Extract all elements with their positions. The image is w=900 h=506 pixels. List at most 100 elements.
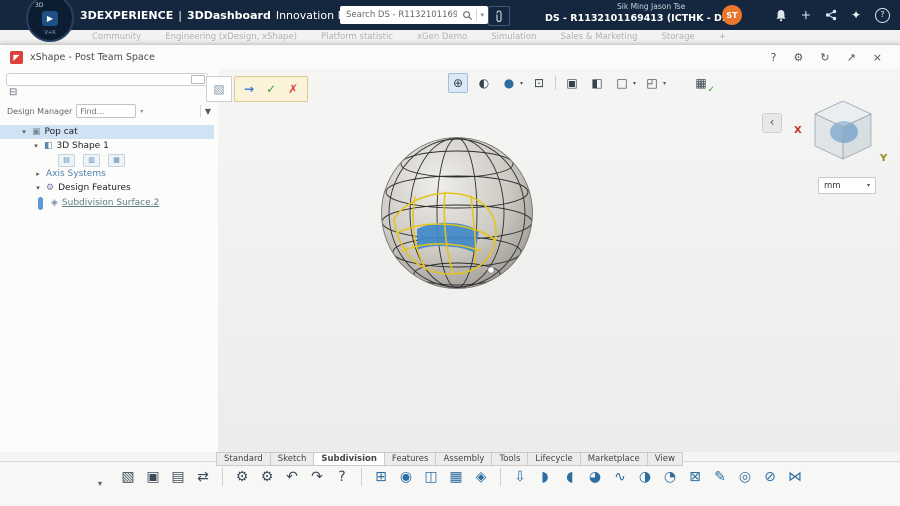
- dashboard-tab-sales-marketing[interactable]: Sales & Marketing: [560, 32, 637, 42]
- tree-item-axis-systems[interactable]: ▸ Axis Systems: [0, 167, 214, 181]
- settings-gear-icon[interactable]: ⚙: [256, 466, 278, 488]
- search-icon[interactable]: [462, 10, 473, 21]
- ok-check-icon[interactable]: ✓: [266, 82, 276, 96]
- representation-badge[interactable]: ▤: [58, 154, 75, 167]
- add-dashboard-tab-button[interactable]: +: [719, 32, 726, 42]
- view-options-icon[interactable]: ◰: [643, 74, 661, 92]
- context-selector[interactable]: DS - R1132101169413 (ICTHK - D... ▾: [545, 13, 740, 24]
- capture-icon[interactable]: ▣: [563, 74, 581, 92]
- toolbar-overflow-icon[interactable]: ▾: [94, 466, 106, 491]
- new-shape-icon[interactable]: ▧: [117, 466, 139, 488]
- user-name[interactable]: Sik Ming Jason Tse: [617, 2, 685, 11]
- global-search[interactable]: ▾: [340, 6, 488, 24]
- attach-button[interactable]: [488, 6, 510, 26]
- filter-icon[interactable]: ▼: [205, 107, 211, 116]
- redo-icon[interactable]: ↷: [306, 466, 328, 488]
- expander-icon[interactable]: ▸: [34, 170, 42, 178]
- tab-tools[interactable]: Tools: [491, 452, 528, 466]
- manage-icon[interactable]: ⚙: [231, 466, 253, 488]
- window-refresh-icon[interactable]: ↻: [820, 52, 829, 63]
- undo-icon[interactable]: ↶: [281, 466, 303, 488]
- bridge-faces-icon[interactable]: ⋈: [784, 466, 806, 488]
- assistant-wand-icon[interactable]: ✦: [851, 9, 861, 21]
- shell-icon[interactable]: ◔: [659, 466, 681, 488]
- expander-icon[interactable]: ▾: [20, 128, 28, 136]
- search-input[interactable]: [344, 9, 459, 21]
- tab-standard[interactable]: Standard: [216, 452, 271, 466]
- tab-lifecycle[interactable]: Lifecycle: [527, 452, 580, 466]
- dashboard-tab-simulation[interactable]: Simulation: [491, 32, 536, 42]
- sweep-surface-icon[interactable]: ◗: [534, 466, 556, 488]
- navigation-cube[interactable]: [808, 95, 878, 165]
- tab-sketch[interactable]: Sketch: [270, 452, 315, 466]
- window-pin-icon[interactable]: ↗: [847, 52, 856, 63]
- add-icon[interactable]: +: [801, 9, 811, 21]
- marquee-select-icon[interactable]: □: [613, 74, 631, 92]
- save-icon[interactable]: ▤: [167, 466, 189, 488]
- window-help-icon[interactable]: ?: [771, 52, 777, 63]
- search-scope-caret-icon[interactable]: ▾: [480, 11, 484, 19]
- units-dropdown[interactable]: mm ▾: [818, 177, 876, 194]
- tree-item-design-features[interactable]: ▾ ⚙ Design Features: [0, 181, 214, 195]
- tab-view[interactable]: View: [647, 452, 683, 466]
- panel-bar-handle[interactable]: [191, 75, 205, 84]
- avatar[interactable]: ST: [722, 5, 742, 25]
- collapse-panel-button[interactable]: ‹: [762, 113, 782, 133]
- fill-surface-icon[interactable]: ◕: [584, 466, 606, 488]
- dashboard-tab-xgen-demo[interactable]: xGen Demo: [417, 32, 467, 42]
- help-icon[interactable]: ?: [331, 466, 353, 488]
- tab-marketplace[interactable]: Marketplace: [580, 452, 648, 466]
- expander-icon[interactable]: ▾: [34, 184, 42, 192]
- insert-geometry-icon[interactable]: ▣: [142, 466, 164, 488]
- cancel-x-icon[interactable]: ✗: [288, 82, 298, 96]
- dashboard-tab-engineering[interactable]: Engineering (xDesign, xShape): [165, 32, 297, 42]
- representation-badge[interactable]: ▦: [108, 154, 125, 167]
- subdivision-sphere-model[interactable]: [357, 113, 557, 313]
- manipulator-mode-icon[interactable]: ⊕: [448, 73, 468, 93]
- import-export-icon[interactable]: ⇄: [192, 466, 214, 488]
- section-view-icon[interactable]: ◧: [588, 74, 606, 92]
- find-options-caret-icon[interactable]: ▾: [140, 108, 143, 115]
- shaded-view-icon[interactable]: ◐: [475, 74, 493, 92]
- dashboard-tab-storage[interactable]: Storage: [662, 32, 695, 42]
- tab-assembly[interactable]: Assembly: [435, 452, 492, 466]
- share-icon[interactable]: [825, 9, 837, 21]
- panel-collapsed-command-bar[interactable]: [6, 73, 208, 86]
- modify-edge-icon[interactable]: ✎: [709, 466, 731, 488]
- tree-item-3d-shape[interactable]: ▾ ◧ 3D Shape 1: [0, 139, 214, 153]
- tree-item-subdivision-surface[interactable]: ◈ Subdivision Surface.2: [0, 195, 214, 211]
- screen-update-icon[interactable]: ⊡: [530, 74, 548, 92]
- tab-features[interactable]: Features: [384, 452, 437, 466]
- help-icon[interactable]: ?: [875, 8, 890, 23]
- tab-subdivision[interactable]: Subdivision: [313, 452, 385, 466]
- subdivision-box-icon[interactable]: ⊞: [370, 466, 392, 488]
- window-close-icon[interactable]: ×: [873, 52, 882, 63]
- quad-face-icon[interactable]: ◈: [470, 466, 492, 488]
- tree-item-root[interactable]: ▾ ▣ Pop cat: [0, 125, 214, 139]
- status-check-icon[interactable]: ▦ ✓: [692, 74, 710, 92]
- representation-badge[interactable]: ▥: [83, 154, 100, 167]
- circular-pattern-icon[interactable]: ◎: [734, 466, 756, 488]
- find-input[interactable]: [76, 104, 136, 118]
- grid-table-icon[interactable]: ▦: [445, 466, 467, 488]
- match-curve-icon[interactable]: ∿: [609, 466, 631, 488]
- loft-surface-icon[interactable]: ◖: [559, 466, 581, 488]
- subdivision-cylinder-icon[interactable]: ◫: [420, 466, 442, 488]
- window-settings-gear-icon[interactable]: ⚙: [793, 52, 803, 63]
- subdivision-sphere-icon[interactable]: ◉: [395, 466, 417, 488]
- notification-bell-icon[interactable]: [775, 9, 787, 22]
- tree-view-icon[interactable]: ⊟: [9, 88, 17, 98]
- delete-face-icon[interactable]: ⊠: [684, 466, 706, 488]
- split-body-icon[interactable]: ⊘: [759, 466, 781, 488]
- render-style-icon[interactable]: ●: [500, 74, 518, 92]
- dashboard-tab-platform-statistic[interactable]: Platform statistic: [321, 32, 393, 42]
- cage-vertex-handle[interactable]: [488, 267, 494, 273]
- dashboard-tab-community[interactable]: Community: [92, 32, 141, 42]
- active-command-icon[interactable]: ▧: [206, 76, 232, 102]
- next-arrow-icon[interactable]: →: [244, 82, 254, 96]
- trim-surface-icon[interactable]: ◑: [634, 466, 656, 488]
- chevron-down-icon[interactable]: ▾: [633, 80, 636, 87]
- chevron-down-icon[interactable]: ▾: [663, 80, 666, 87]
- expander-icon[interactable]: ▾: [32, 142, 40, 150]
- 3d-viewport[interactable]: ▧ → ✓ ✗ ⊕ ◐ ● ▾ ⊡ ▣ ◧ □ ▾ ◰ ▾: [218, 69, 900, 452]
